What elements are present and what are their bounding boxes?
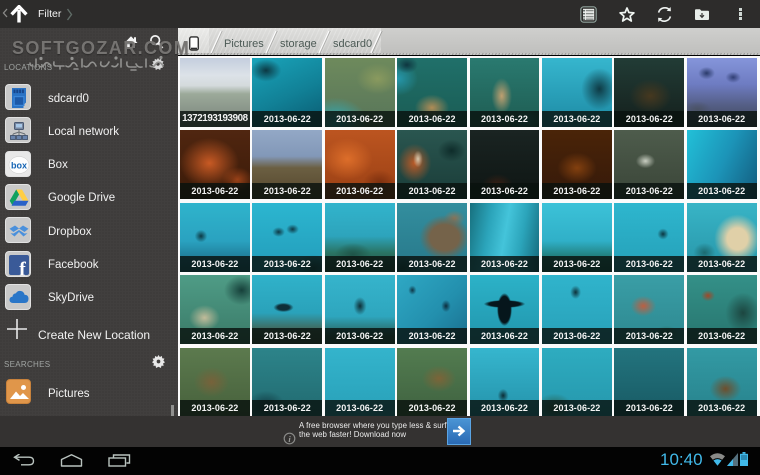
svg-text:box: box: [11, 160, 27, 170]
svg-text:f: f: [19, 258, 26, 277]
svg-text:i: i: [288, 434, 291, 444]
